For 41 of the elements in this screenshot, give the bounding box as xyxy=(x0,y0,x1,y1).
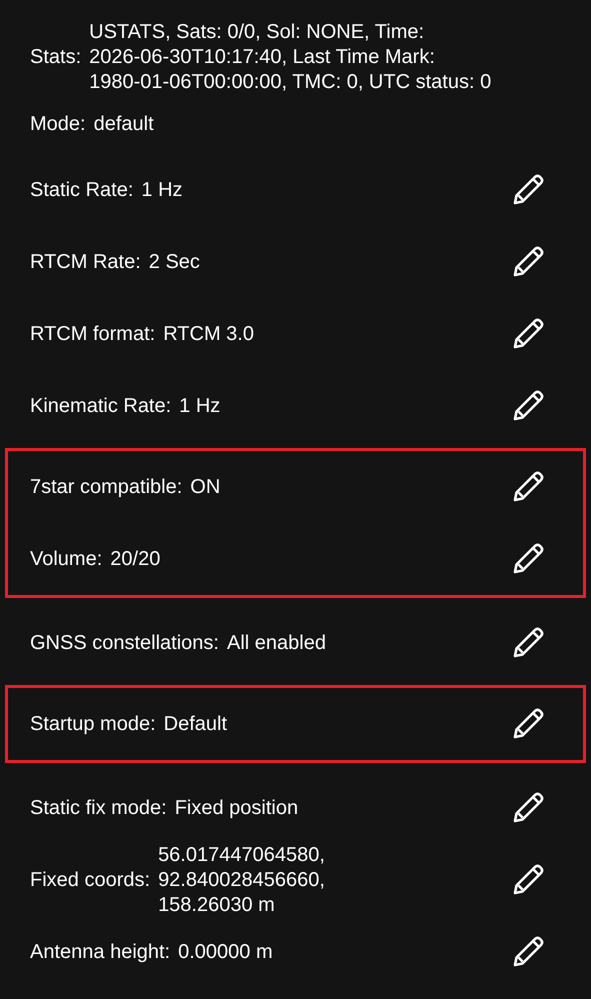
setting-value: 1 Hz xyxy=(141,178,184,202)
pencil-icon[interactable] xyxy=(511,935,545,969)
setting-label: 7star compatible: xyxy=(30,474,182,500)
pencil-icon[interactable] xyxy=(511,791,545,825)
pencil-icon[interactable] xyxy=(511,173,545,207)
setting-value: 1980-01-06T00:00:00, TMC: 0, UTC status: 0 xyxy=(89,70,492,95)
setting-value: 158.26030 m xyxy=(158,892,276,918)
setting-value: 1 Hz xyxy=(179,394,222,418)
setting-label: RTCM Rate: xyxy=(30,250,141,274)
setting-value: Default xyxy=(164,712,228,736)
pencil-icon[interactable] xyxy=(511,707,545,741)
setting-label: Static Rate: xyxy=(30,178,134,202)
setting-value: 20/20 xyxy=(110,546,162,572)
pencil-icon[interactable] xyxy=(511,389,545,423)
setting-label: Startup mode: xyxy=(30,712,156,736)
setting-label: Mode: xyxy=(30,112,86,137)
setting-label: Fixed coords: xyxy=(30,868,150,892)
setting-label: Static fix mode: xyxy=(30,796,167,820)
setting-label: GNSS constellations: xyxy=(30,630,219,656)
setting-value: All enabled xyxy=(226,630,327,656)
pencil-icon[interactable] xyxy=(511,626,545,660)
setting-value: Fixed position xyxy=(174,796,300,820)
pencil-icon[interactable] xyxy=(511,542,545,576)
setting-value: 2026-06-30T10:17:40, Last Time Mark: xyxy=(89,45,436,70)
setting-value: 0.00000 m xyxy=(178,940,274,964)
pencil-icon[interactable] xyxy=(511,317,545,351)
setting-label: Volume: xyxy=(30,546,102,572)
setting-label: Kinematic Rate: xyxy=(30,394,172,418)
setting-value: default xyxy=(94,112,155,137)
setting-label: RTCM format: xyxy=(30,322,156,346)
setting-value: 2 Sec xyxy=(148,250,201,274)
pencil-icon[interactable] xyxy=(511,470,545,504)
pencil-icon[interactable] xyxy=(511,245,545,279)
setting-value: 92.840028456660, xyxy=(158,868,326,892)
setting-label: Stats: xyxy=(30,45,82,70)
setting-value: 56.017447064580, xyxy=(158,842,326,868)
setting-value: RTCM 3.0 xyxy=(163,322,255,346)
setting-value: ON xyxy=(190,474,222,500)
pencil-icon[interactable] xyxy=(511,863,545,897)
setting-value: USTATS, Sats: 0/0, Sol: NONE, Time: xyxy=(89,20,426,45)
setting-label: Antenna height: xyxy=(30,940,170,964)
